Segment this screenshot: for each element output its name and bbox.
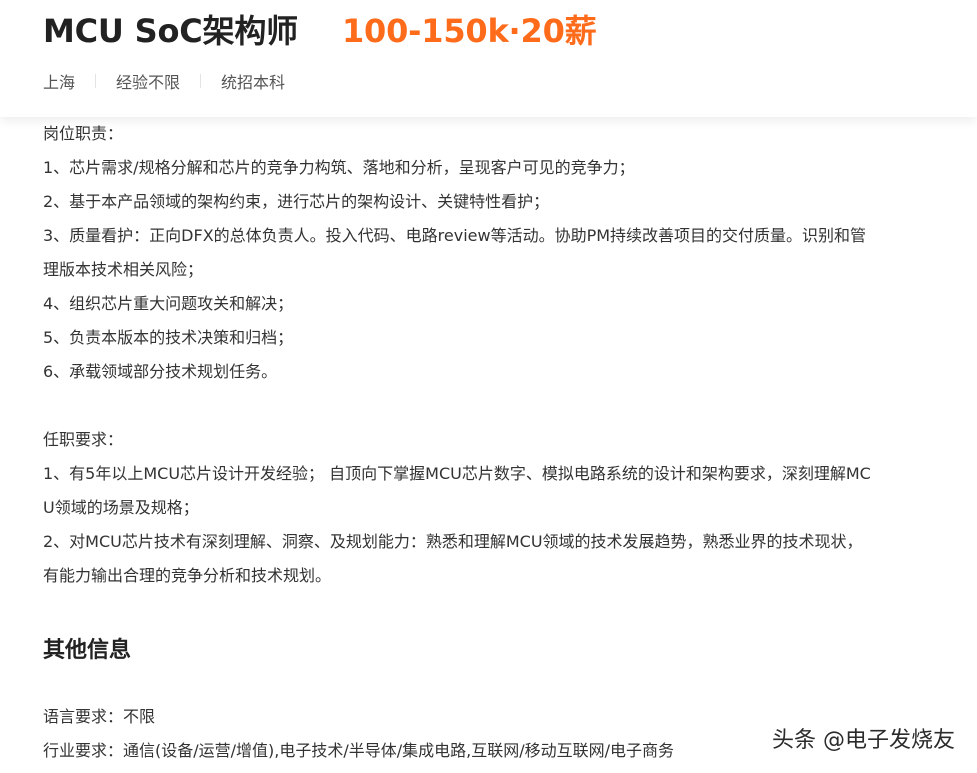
language-requirement: 语言要求：不限: [43, 700, 674, 734]
description-line: 1、有5年以上MCU芯片设计开发经验； 自顶向下掌握MCU芯片数字、模拟电路系统…: [43, 464, 871, 483]
language-value: 不限: [123, 707, 156, 726]
section-label-requirements: 任职要求：: [43, 430, 124, 449]
description-line: 3、质量看护：正向DFX的总体负责人。投入代码、电路review等活动。协助PM…: [43, 226, 867, 245]
industry-value: 通信(设备/运营/增值),电子技术/半导体/集成电路,互联网/移动互联网/电子商…: [123, 741, 675, 760]
other-info: 语言要求：不限 行业要求：通信(设备/运营/增值),电子技术/半导体/集成电路,…: [43, 700, 674, 768]
tag-education: 统招本科: [221, 73, 286, 92]
salary: 100-150k·20薪: [341, 12, 597, 50]
description-line: 2、对MCU芯片技术有深刻理解、洞察、及规划能力：熟悉和理解MCU领域的技术发展…: [43, 532, 863, 551]
description-line: 1、芯片需求/规格分解和芯片的竞争力构筑、落地和分析，呈现客户可见的竞争力；: [43, 158, 635, 177]
industry-label: 行业要求：: [43, 741, 124, 760]
watermark: 头条 @电子发烧友: [772, 728, 955, 753]
title-row: MCU SoC架构师 100-150k·20薪: [43, 6, 597, 52]
tag-experience: 经验不限: [116, 73, 181, 92]
job-description: 岗位职责： 1、芯片需求/规格分解和芯片的竞争力构筑、落地和分析，呈现客户可见的…: [43, 117, 943, 593]
job-tags: 上海 经验不限 统招本科: [43, 69, 285, 93]
tag-location: 上海: [43, 73, 76, 92]
tag-divider: [200, 74, 202, 88]
job-header: MCU SoC架构师 100-150k·20薪 上海 经验不限 统招本科: [0, 0, 977, 117]
tag-divider: [95, 74, 97, 88]
description-line: 理版本技术相关风险；: [43, 260, 204, 279]
description-line: 有能力输出合理的竞争分析和技术规划。: [43, 566, 332, 585]
description-line: 4、组织芯片重大问题攻关和解决；: [43, 294, 294, 313]
job-title: MCU SoC架构师: [43, 12, 298, 50]
description-line: 2、基于本产品领域的架构约束，进行芯片的架构设计、关键特性看护；: [43, 192, 550, 211]
section-label-responsibilities: 岗位职责：: [43, 124, 124, 143]
description-line: U领域的场景及规格；: [43, 498, 199, 517]
description-line: 6、承载领域部分技术规划任务。: [43, 362, 278, 381]
other-info-title: 其他信息: [43, 638, 132, 663]
description-line: 5、负责本版本的技术决策和归档；: [43, 328, 294, 347]
language-label: 语言要求：: [43, 707, 124, 726]
industry-requirement: 行业要求：通信(设备/运营/增值),电子技术/半导体/集成电路,互联网/移动互联…: [43, 734, 674, 768]
